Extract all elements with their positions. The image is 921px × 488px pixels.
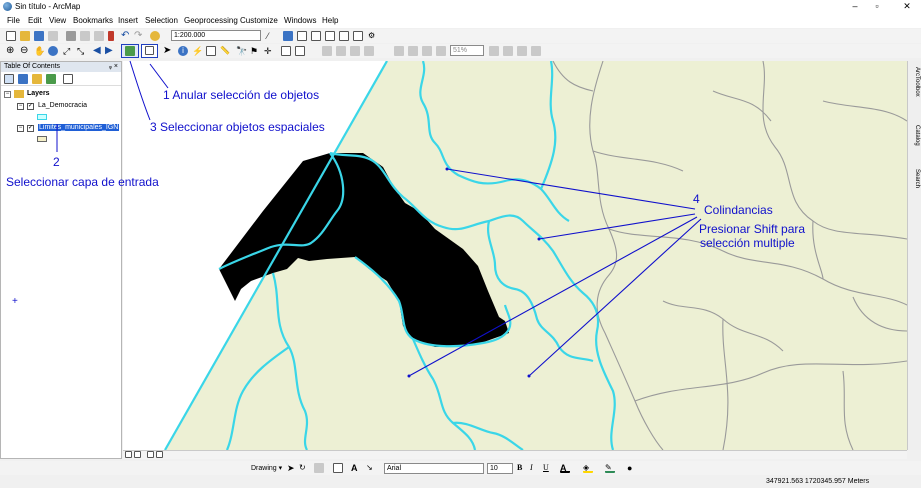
annotation-colindancias: Colindancias <box>704 203 773 217</box>
annotation-number-2: 2 <box>53 155 60 169</box>
annotation-shift-line1: Presionar Shift para <box>699 222 806 236</box>
annotation-select-input-layer: Seleccionar capa de entrada <box>6 175 159 189</box>
annotation-line-1 <box>149 63 169 89</box>
annotation-line-3 <box>129 60 151 121</box>
annotation-select-features: 3 Seleccionar objetos espaciales <box>150 120 325 134</box>
annotation-number-4: 4 <box>693 192 700 206</box>
annotation-clear-selection: 1 Anular selección de objetos <box>163 88 320 102</box>
cursor-plus-icon: + <box>12 296 18 307</box>
annotation-shift-line2: selección multiple <box>700 236 795 250</box>
